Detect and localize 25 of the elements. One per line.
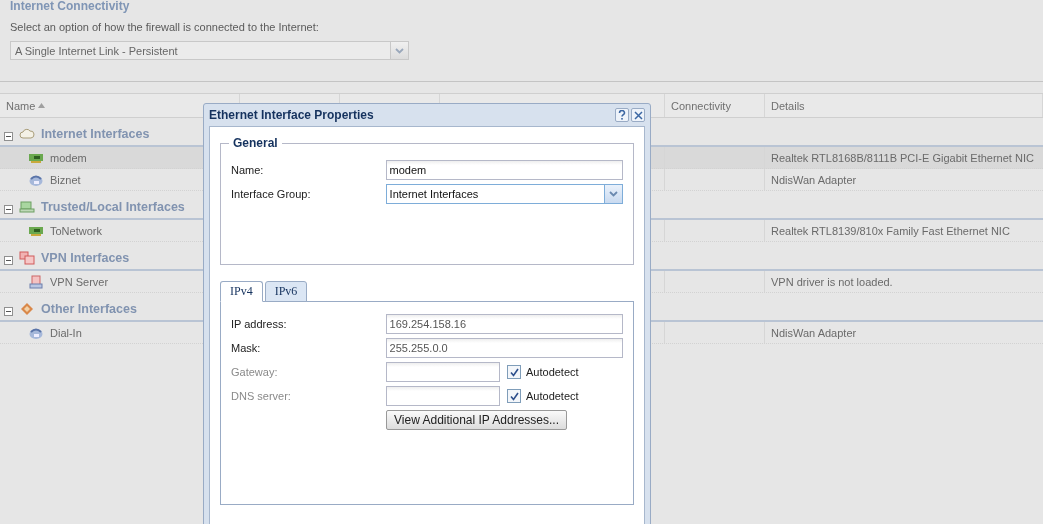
checkbox-label: Autodetect xyxy=(526,390,579,402)
group-name: Internet Interfaces xyxy=(41,127,150,141)
prompt-text: Select an option of how the firewall is connected to the Internet: xyxy=(10,20,320,34)
fieldset-legend: General xyxy=(229,136,282,150)
field-label: Mask: xyxy=(231,342,262,354)
field-label: Name: xyxy=(231,164,265,176)
details-cell-text: Realtek RTL8139/810x Family Fast Ethernet NIC xyxy=(770,224,1010,237)
dialog-title: Ethernet Interface Properties xyxy=(209,108,374,122)
group-name: Trusted/Local Interfaces xyxy=(41,200,185,214)
field-label: Interface Group: xyxy=(231,188,312,200)
interface-name: ToNetwork xyxy=(50,224,102,237)
details-cell-text: Realtek RTL8168B/8111B PCI-E Gigabit Ethernet NIC xyxy=(770,151,1034,164)
group-name: Other Interfaces xyxy=(41,302,137,316)
field-label: Gateway: xyxy=(231,366,279,378)
details-cell-text: VPN driver is not loaded. xyxy=(770,275,893,288)
interface-name: modem xyxy=(50,151,87,164)
field-label: DNS server: xyxy=(231,390,292,402)
interface-name: Dial-In xyxy=(50,326,82,339)
details-cell-text: NdisWan Adapter xyxy=(770,326,857,339)
details-cell-text: NdisWan Adapter xyxy=(770,173,857,186)
section-legend: Internet Connectivity xyxy=(10,0,1033,12)
interface-name: Biznet xyxy=(50,173,81,186)
group-name: VPN Interfaces xyxy=(41,251,130,265)
checkbox-label: Autodetect xyxy=(526,366,579,378)
interface-name: VPN Server xyxy=(50,275,109,288)
